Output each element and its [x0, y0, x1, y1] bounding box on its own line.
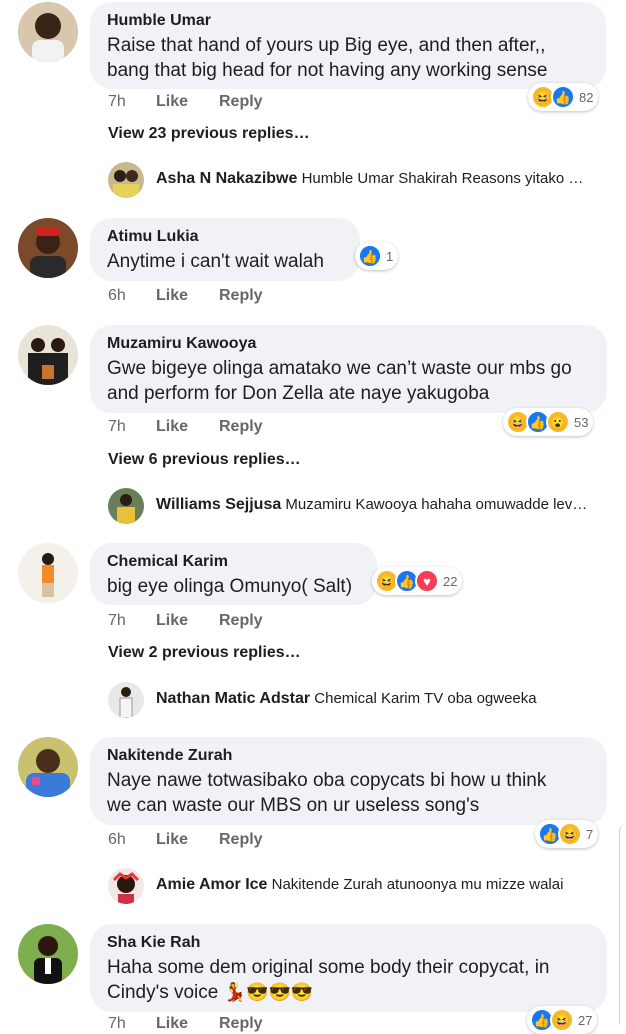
comment-author[interactable]: Nakitende Zurah: [107, 746, 589, 766]
reaction-count: 1: [386, 248, 394, 264]
comment: Sha Kie Rah Haha some dem original some …: [0, 922, 626, 1034]
comment-text: Gwe bigeye olinga amatako we can’t waste…: [107, 358, 572, 379]
like-button[interactable]: Like: [156, 612, 188, 630]
avatar[interactable]: [108, 868, 144, 904]
avatar[interactable]: [108, 162, 144, 198]
reply-author[interactable]: Williams Sejjusa: [156, 496, 281, 513]
comment-bubble[interactable]: Atimu Lukia Anytime i can't wait walah: [90, 218, 360, 281]
comment-time[interactable]: 7h: [108, 418, 126, 436]
wow-icon: 😮: [546, 410, 570, 434]
emoji-sequence: 💃😎😎😎: [223, 982, 314, 1002]
reply-text: Muzamiru Kawooya hahaha omuwadde lev…: [285, 496, 588, 513]
comment: Chemical Karim big eye olinga Omunyo( Sa…: [0, 542, 626, 732]
comment-author[interactable]: Atimu Lukia: [107, 227, 342, 247]
reply-author[interactable]: Amie Amor Ice: [156, 876, 267, 893]
comment-author[interactable]: Humble Umar: [107, 11, 588, 31]
comment-text: Haha some dem original some body their c…: [107, 957, 550, 978]
reply-author[interactable]: Nathan Matic Adstar: [156, 690, 310, 707]
view-previous-replies[interactable]: View 23 previous replies…: [108, 125, 310, 143]
avatar[interactable]: [18, 543, 78, 603]
comment-text: big eye olinga Omunyo( Salt): [107, 576, 353, 597]
reply-text: Chemical Karim TV oba ogweeka: [314, 690, 537, 707]
reaction-summary[interactable]: 😆 👍 82: [528, 83, 599, 111]
comment-author[interactable]: Chemical Karim: [107, 552, 359, 572]
like-button[interactable]: Like: [156, 418, 188, 436]
like-icon: 👍: [358, 244, 382, 268]
avatar[interactable]: [18, 2, 78, 62]
scrollbar[interactable]: [619, 825, 626, 1024]
reaction-count: 22: [443, 573, 458, 589]
comment-text: Naye nawe totwasibako oba copycats bi ho…: [107, 770, 547, 791]
comment-text: and perform for Don Zella ate naye yakug…: [107, 383, 490, 404]
view-previous-replies[interactable]: View 2 previous replies…: [108, 644, 301, 662]
comment-bubble[interactable]: Sha Kie Rah Haha some dem original some …: [90, 924, 607, 1012]
reaction-count: 82: [579, 89, 594, 105]
comment-text: Cindy's voice: [107, 982, 219, 1003]
comment-time[interactable]: 7h: [108, 612, 126, 630]
reaction-summary[interactable]: 😆 👍 😮 53: [503, 408, 594, 436]
reply-button[interactable]: Reply: [219, 418, 263, 436]
like-button[interactable]: Like: [156, 1015, 188, 1033]
reaction-count: 27: [578, 1012, 593, 1028]
comment: Humble Umar Raise that hand of yours up …: [0, 0, 626, 220]
avatar[interactable]: [108, 488, 144, 524]
comment-bubble[interactable]: Chemical Karim big eye olinga Omunyo( Sa…: [90, 543, 377, 605]
reaction-count: 53: [574, 414, 589, 430]
comment-bubble[interactable]: Humble Umar Raise that hand of yours up …: [90, 2, 606, 89]
comment: Atimu Lukia Anytime i can't wait walah 👍…: [0, 217, 626, 317]
comment-bubble[interactable]: Muzamiru Kawooya Gwe bigeye olinga amata…: [90, 325, 607, 413]
reaction-summary[interactable]: 😆 👍 ♥ 22: [372, 567, 463, 595]
comment-text: Anytime i can't wait walah: [107, 251, 324, 272]
comment-author[interactable]: Sha Kie Rah: [107, 933, 589, 953]
reply-author[interactable]: Asha N Nakazibwe: [156, 170, 297, 187]
comment-time[interactable]: 6h: [108, 831, 126, 849]
comment-text: we can waste our MBS on ur useless song'…: [107, 795, 480, 816]
reply-text: Humble Umar Shakirah Reasons yitako …: [301, 170, 584, 187]
like-button[interactable]: Like: [156, 287, 188, 305]
like-button[interactable]: Like: [156, 831, 188, 849]
reply-preview[interactable]: Williams Sejjusa Muzamiru Kawooya hahaha…: [108, 488, 618, 528]
reply-preview[interactable]: Asha N Nakazibwe Humble Umar Shakirah Re…: [108, 162, 618, 202]
reaction-summary[interactable]: 👍 😆 27: [527, 1006, 598, 1034]
haha-icon: 😆: [558, 822, 582, 846]
avatar[interactable]: [18, 218, 78, 278]
comment-author[interactable]: Muzamiru Kawooya: [107, 334, 589, 354]
reply-text: Nakitende Zurah atunoonya mu mizze walai: [271, 876, 564, 893]
comment-time[interactable]: 7h: [108, 1015, 126, 1033]
haha-icon: 😆: [550, 1008, 574, 1032]
reply-button[interactable]: Reply: [219, 612, 263, 630]
comment: Nakitende Zurah Naye nawe totwasibako ob…: [0, 736, 626, 916]
comment-time[interactable]: 6h: [108, 287, 126, 305]
comment: Muzamiru Kawooya Gwe bigeye olinga amata…: [0, 324, 626, 534]
reply-button[interactable]: Reply: [219, 287, 263, 305]
reply-preview[interactable]: Nathan Matic Adstar Chemical Karim TV ob…: [108, 682, 618, 722]
avatar[interactable]: [18, 924, 78, 984]
comment-bubble[interactable]: Nakitende Zurah Naye nawe totwasibako ob…: [90, 737, 607, 825]
comment-text: Raise that hand of yours up Big eye, and…: [107, 35, 546, 56]
reply-button[interactable]: Reply: [219, 831, 263, 849]
reply-preview[interactable]: Amie Amor Ice Nakitende Zurah atunoonya …: [108, 868, 618, 908]
reaction-summary[interactable]: 👍 😆 7: [535, 820, 599, 848]
avatar[interactable]: [108, 682, 144, 718]
reply-button[interactable]: Reply: [219, 1015, 263, 1033]
love-icon: ♥: [415, 569, 439, 593]
like-icon: 👍: [551, 85, 575, 109]
like-button[interactable]: Like: [156, 93, 188, 111]
reaction-count: 7: [586, 826, 594, 842]
reply-button[interactable]: Reply: [219, 93, 263, 111]
reaction-summary[interactable]: 👍 1: [355, 242, 399, 270]
comment-text: bang that big head for not having any wo…: [107, 60, 548, 81]
comment-time[interactable]: 7h: [108, 93, 126, 111]
view-previous-replies[interactable]: View 6 previous replies…: [108, 451, 301, 469]
avatar[interactable]: [18, 737, 78, 797]
avatar[interactable]: [18, 325, 78, 385]
